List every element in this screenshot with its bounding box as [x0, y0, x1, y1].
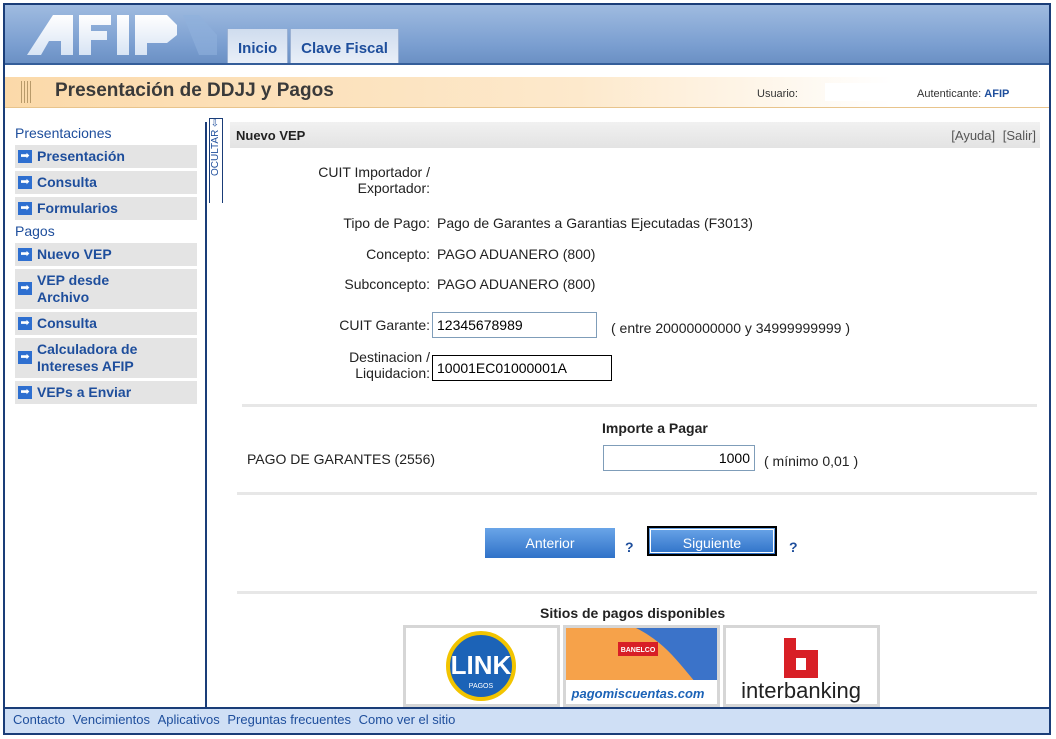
arrow-right-icon: ➡: [18, 386, 32, 399]
link-logo-text: LINK: [451, 650, 512, 680]
label-line: Liquidacion:: [355, 365, 430, 381]
footer-link-contacto[interactable]: Contacto: [13, 712, 65, 727]
sidebar-item-label: Calculadora de Intereses AFIP: [37, 341, 138, 374]
pagomiscuentas-logo: BANELCO pagomiscuentas.com: [566, 628, 717, 704]
sidebar-item-calculadora[interactable]: ➡ Calculadora de Intereses AFIP: [15, 338, 197, 378]
sidebar-item-presentacion[interactable]: ➡ Presentación: [15, 145, 197, 168]
sidebar-item-nuevo-vep[interactable]: ➡ Nuevo VEP: [15, 243, 197, 266]
concepto-label: Concepto:: [366, 246, 430, 262]
sidebar-item-label: VEP desde Archivo: [37, 272, 110, 305]
sidebar-item-formularios[interactable]: ➡ Formularios: [15, 197, 197, 220]
sidebar-item-consulta[interactable]: ➡ Consulta: [15, 171, 197, 194]
footer-link-preguntas[interactable]: Preguntas frecuentes: [227, 712, 351, 727]
arrow-right-icon: ➡: [18, 150, 32, 163]
tipo-pago-value: Pago de Garantes a Garantias Ejecutadas …: [437, 215, 753, 231]
sidebar-item-label: Consulta: [37, 174, 97, 190]
sidebar-item-label: Consulta: [37, 315, 97, 331]
subconcepto-value: PAGO ADUANERO (800): [437, 276, 596, 292]
sidebar-item-vep-desde-archivo[interactable]: ➡ VEP desde Archivo: [15, 269, 197, 309]
sidebar-item-label: Formularios: [37, 200, 118, 216]
afip-logo: [27, 15, 217, 55]
arrow-right-icon: ➡: [18, 202, 32, 215]
link-pagos-site[interactable]: LINK PAGOS: [403, 625, 560, 707]
footer-link-vencimientos[interactable]: Vencimientos: [73, 712, 150, 727]
siguiente-button[interactable]: Siguiente: [647, 526, 777, 556]
link-logo-sub: PAGOS: [469, 683, 494, 690]
anterior-button[interactable]: Anterior: [485, 528, 615, 558]
collapse-arrow-icon: ⇦: [210, 119, 221, 128]
arrow-right-icon: ➡: [18, 317, 32, 330]
label-line: Destinacion /: [349, 349, 430, 365]
sidebar-section-presentaciones: Presentaciones: [15, 125, 112, 141]
arrow-right-icon: ➡: [18, 248, 32, 261]
interbanking-site[interactable]: interbanking: [723, 625, 880, 707]
pmc-text: pagomiscuentas.com: [571, 686, 705, 701]
destinacion-label: Destinacion / Liquidacion:: [230, 349, 430, 381]
importe-input[interactable]: [603, 445, 755, 471]
page-title: Presentación de DDJJ y Pagos: [55, 80, 334, 101]
separator: [237, 492, 1037, 495]
app-window: Inicio Clave Fiscal Presentación de DDJJ…: [3, 3, 1051, 735]
cuit-garante-hint: ( entre 20000000000 y 34999999999 ): [611, 320, 850, 336]
sidebar-item-label: Presentación: [37, 148, 125, 164]
arrow-right-icon: ➡: [18, 282, 32, 295]
panel-header: Nuevo VEP [Ayuda] [Salir]: [230, 122, 1040, 148]
user-label: Usuario:: [757, 88, 798, 100]
panel-links: [Ayuda] [Salir]: [947, 128, 1036, 143]
footer-link-aplicativos[interactable]: Aplicativos: [158, 712, 220, 727]
label-line: Exportador:: [357, 180, 430, 196]
footer-link-como-ver[interactable]: Como ver el sitio: [359, 712, 456, 727]
help-link[interactable]: [Ayuda]: [951, 128, 995, 143]
auth-value: AFIP: [984, 88, 1010, 100]
user-value: [825, 83, 905, 101]
subconcepto-label: Subconcepto:: [344, 276, 430, 292]
title-stripes: [21, 81, 33, 103]
nav-tab-inicio[interactable]: Inicio: [227, 29, 289, 63]
cuit-garante-label: CUIT Garante:: [339, 317, 430, 333]
authenticator: Autenticante: AFIP: [917, 88, 1009, 100]
row-cuit-importador: CUIT Importador / Exportador:: [230, 164, 1030, 204]
nav-tabs: Inicio Clave Fiscal: [227, 17, 401, 63]
help-question-prev[interactable]: ?: [625, 539, 634, 555]
cuit-importador-label: CUIT Importador / Exportador:: [230, 164, 430, 196]
row-destinacion: Destinacion / Liquidacion:: [230, 347, 1030, 391]
tipo-pago-label: Tipo de Pago:: [343, 215, 430, 231]
toggle-label: OCULTAR: [210, 130, 221, 177]
row-cuit-garante: CUIT Garante: ( entre 20000000000 y 3499…: [230, 312, 1030, 342]
label-line: CUIT Importador /: [318, 164, 430, 180]
sidebar-section-pagos: Pagos: [15, 223, 55, 239]
arrow-right-icon: ➡: [18, 351, 32, 364]
panel-title: Nuevo VEP: [236, 128, 306, 143]
cuit-garante-input[interactable]: [432, 312, 597, 338]
link-logo: LINK PAGOS: [446, 631, 516, 701]
interbanking-text: interbanking: [741, 678, 861, 703]
sidebar-item-consulta-pagos[interactable]: ➡ Consulta: [15, 312, 197, 335]
header-bar: Inicio Clave Fiscal: [5, 5, 1049, 65]
separator: [242, 404, 1037, 407]
sidebar: Presentaciones ➡ Presentación ➡ Consulta…: [5, 122, 207, 714]
title-bar: Presentación de DDJJ y Pagos Usuario: Au…: [5, 77, 1049, 108]
arrow-right-icon: ➡: [18, 176, 32, 189]
nav-tab-clave-fiscal[interactable]: Clave Fiscal: [290, 29, 399, 63]
concepto-value: PAGO ADUANERO (800): [437, 246, 596, 262]
sidebar-item-label: VEPs a Enviar: [37, 384, 132, 400]
pagomiscuentas-site[interactable]: BANELCO pagomiscuentas.com: [563, 625, 720, 707]
separator: [237, 591, 1037, 594]
sites-title: Sitios de pagos disponibles: [540, 605, 726, 621]
interbanking-logo: interbanking: [741, 638, 861, 703]
help-question-next[interactable]: ?: [789, 539, 798, 555]
destinacion-input[interactable]: [432, 355, 612, 381]
auth-label: Autenticante:: [917, 88, 982, 100]
payment-sites: LINK PAGOS BANELCO pagomiscuentas.com in…: [403, 625, 883, 707]
sidebar-item-label: Nuevo VEP: [37, 246, 112, 262]
exit-link[interactable]: [Salir]: [1003, 128, 1036, 143]
main-panel: Nuevo VEP [Ayuda] [Salir] CUIT Importado…: [230, 122, 1040, 707]
importe-row-label: PAGO DE GARANTES (2556): [247, 451, 436, 467]
importe-header: Importe a Pagar: [602, 420, 708, 436]
banelco-text: BANELCO: [621, 647, 656, 654]
sidebar-item-veps-a-enviar[interactable]: ➡ VEPs a Enviar: [15, 381, 197, 404]
sidebar-toggle[interactable]: OCULTAR ⇦: [209, 118, 223, 203]
footer: Contacto Vencimientos Aplicativos Pregun…: [5, 707, 1049, 733]
importe-hint: ( mínimo 0,01 ): [764, 453, 859, 469]
